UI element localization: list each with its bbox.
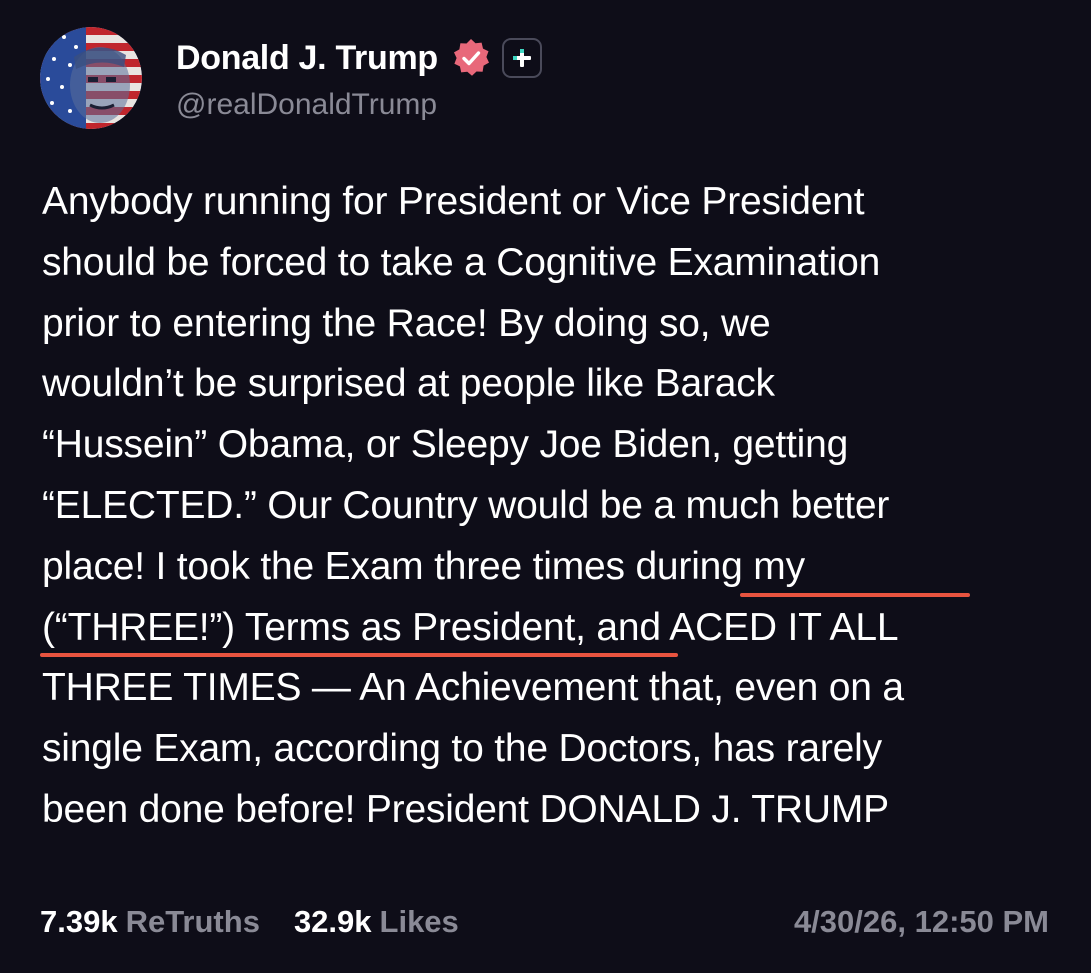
post-line: Anybody running for President or Vice Pr… bbox=[42, 180, 865, 223]
post-card: Donald J. Trump @realDonaldTrump Anybody… bbox=[0, 0, 1091, 973]
post-header: Donald J. Trump @realDonaldTrump bbox=[40, 26, 542, 130]
plus-icon bbox=[512, 49, 531, 67]
author-info: Donald J. Trump @realDonaldTrump bbox=[176, 34, 542, 122]
post-line: “ELECTED.” Our Country would be a much b… bbox=[42, 483, 890, 527]
post-footer: 7.39k ReTruths 32.9k Likes 4/30/26, 12:5… bbox=[40, 900, 1049, 944]
retruths-stat[interactable]: 7.39k ReTruths bbox=[40, 904, 260, 940]
post-line: been done before! President DONALD J. TR… bbox=[42, 787, 889, 831]
likes-label: Likes bbox=[379, 904, 459, 939]
verified-badge-icon bbox=[450, 37, 492, 79]
retruths-count: 7.39k bbox=[40, 904, 118, 939]
post-line: should be forced to take a Cognitive Exa… bbox=[42, 240, 881, 284]
avatar[interactable] bbox=[40, 27, 142, 129]
author-handle[interactable]: @realDonaldTrump bbox=[176, 88, 542, 122]
post-body: Anybody running for President or Vice Pr… bbox=[42, 172, 1062, 841]
post-timestamp[interactable]: 4/30/26, 12:50 PM bbox=[794, 904, 1049, 940]
post-line: single Exam, according to the Doctors, h… bbox=[42, 727, 882, 771]
likes-count: 32.9k bbox=[293, 904, 372, 939]
follow-plus-button[interactable] bbox=[501, 38, 542, 78]
likes-stat[interactable]: 32.9k Likes bbox=[294, 904, 459, 940]
post-line: (“THREE!”) Terms as President, and ACED … bbox=[42, 605, 899, 649]
post-line: prior to entering the Race! By doing so,… bbox=[42, 301, 771, 345]
highlight-underline bbox=[740, 593, 970, 597]
post-line: “Hussein” Obama, or Sleepy Joe Biden, ge… bbox=[42, 423, 849, 467]
highlight-underline bbox=[40, 653, 678, 657]
flag-portrait-avatar-icon bbox=[40, 27, 142, 129]
post-line: wouldn’t be surprised at people like Bar… bbox=[42, 362, 775, 406]
author-display-name[interactable]: Donald J. Trump bbox=[176, 39, 438, 78]
name-row: Donald J. Trump bbox=[176, 34, 542, 82]
retruths-label: ReTruths bbox=[125, 904, 260, 939]
post-line: place! I took the Exam three times durin… bbox=[42, 544, 805, 588]
post-line: THREE TIMES — An Achievement that, even … bbox=[42, 666, 904, 710]
